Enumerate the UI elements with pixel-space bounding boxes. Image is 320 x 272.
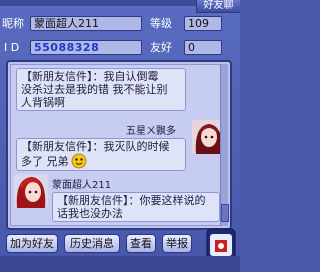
message-bubble: 【新朋友信件】：我自认倒霉 没杀过去是我的错 我不能让别 人背锅啊: [16, 68, 186, 111]
view-button[interactable]: 查看: [126, 234, 156, 253]
chat-history-panel[interactable]: 【新朋友信件】：我自认倒霉 没杀过去是我的错 我不能让别 人背锅啊 五星ㄨ飘多 …: [6, 60, 232, 230]
message-bubble: 【新朋友信件】：我灭队的时候 多了 兄弟: [16, 138, 186, 171]
scrollbar-thumb[interactable]: [221, 204, 229, 222]
self-avatar[interactable]: [14, 174, 48, 208]
nickname-label: 昵称: [2, 17, 24, 30]
message-text: 【新朋友信件】：我灭队的时候: [21, 140, 170, 153]
emoji-icon: [71, 153, 87, 169]
report-button[interactable]: 举报: [162, 234, 192, 253]
level-field: 109: [184, 16, 222, 31]
message-text: 人背锅啊: [21, 96, 65, 109]
friendliness-label: 友好: [150, 41, 172, 54]
friendliness-field: 0: [184, 40, 222, 55]
level-label: 等级: [150, 17, 172, 30]
chat-scrollbar[interactable]: [220, 64, 229, 226]
history-button[interactable]: 历史消息: [64, 234, 120, 253]
add-friend-button[interactable]: 加为好友: [6, 234, 58, 253]
id-row: I D 55088328 友好 0: [0, 38, 240, 57]
message-text: 【新朋友信件】：我自认倒霉: [21, 70, 159, 83]
message-text: 多了 兄弟: [21, 154, 69, 168]
sender-name: 五星ㄨ飘多: [126, 126, 176, 137]
nickname-field: 蒙面超人211: [30, 16, 142, 31]
window-title: 好友聊: [196, 0, 240, 13]
message-text: 【新朋友信件】：你要这样说的: [57, 194, 206, 207]
nickname-row: 昵称 蒙面超人211 等级 109: [0, 14, 240, 33]
sender-name: 蒙面超人211: [52, 180, 112, 191]
message-text: 话我也没办法: [57, 207, 123, 220]
id-field: 55088328: [30, 40, 142, 55]
id-label: I D: [4, 41, 20, 54]
message-bubble: 【新朋友信件】：你要这样说的 话我也没办法: [52, 192, 220, 222]
message-text: 没杀过去是我的错 我不能让别: [21, 83, 168, 96]
title-bar: [0, 0, 196, 6]
bottom-bar: [0, 256, 240, 272]
